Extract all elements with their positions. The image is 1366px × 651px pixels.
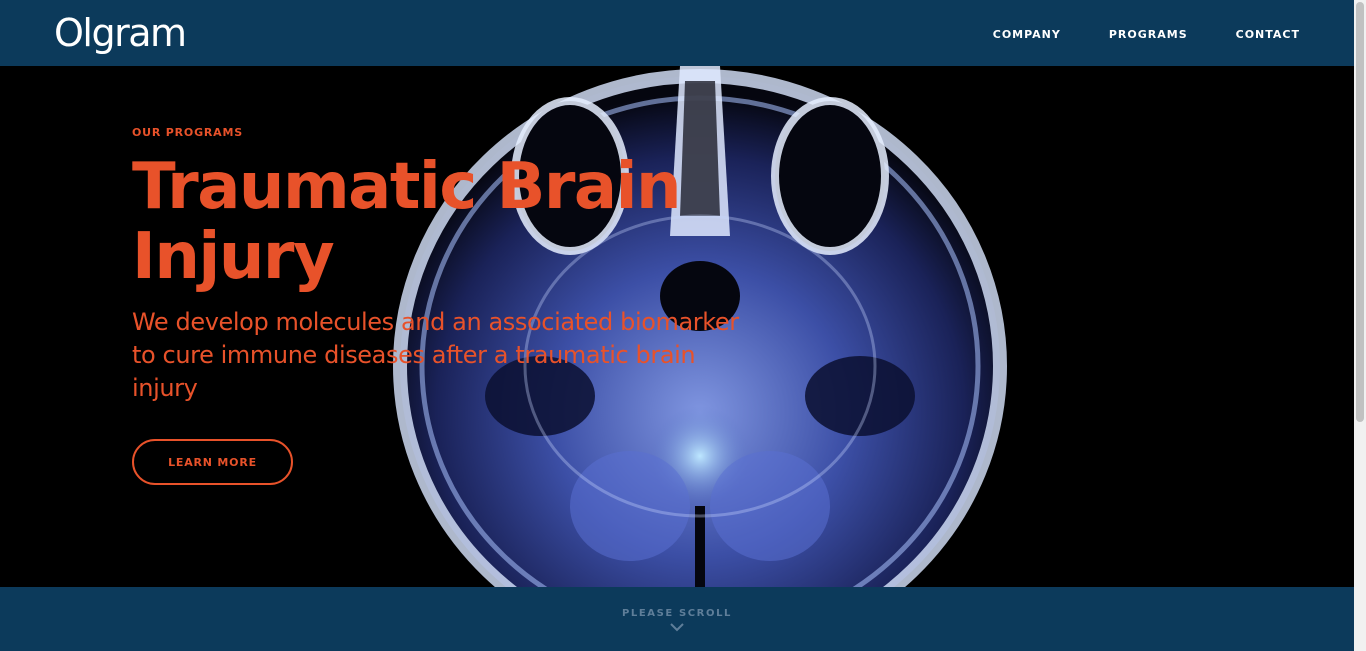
nav-item-contact[interactable]: CONTACT [1236,27,1300,43]
main-nav: COMPANY PROGRAMS CONTACT [993,27,1300,43]
nav-item-company[interactable]: COMPANY [993,27,1061,43]
scroll-bar: PLEASE SCROLL [0,587,1354,651]
nav-item-programs[interactable]: PROGRAMS [1109,27,1188,43]
chevron-down-icon [670,623,684,632]
eyebrow-label: OUR PROGRAMS [132,126,243,139]
hero-section: OUR PROGRAMS Traumatic Brain Injury We d… [0,66,1354,587]
hero-content: OUR PROGRAMS Traumatic Brain Injury We d… [132,126,772,485]
page-scrollbar[interactable] [1354,0,1366,651]
learn-more-button[interactable]: LEARN MORE [132,439,293,485]
hero-subtitle: We develop molecules and an associated b… [132,308,739,402]
site-header: Olgram COMPANY PROGRAMS CONTACT [0,0,1354,66]
scrollbar-thumb[interactable] [1356,2,1364,422]
page-title: Traumatic Brain Injury [132,150,682,294]
logo[interactable]: Olgram [54,10,187,56]
scroll-label: PLEASE SCROLL [621,608,733,619]
scroll-hint[interactable]: PLEASE SCROLL [0,608,1354,632]
